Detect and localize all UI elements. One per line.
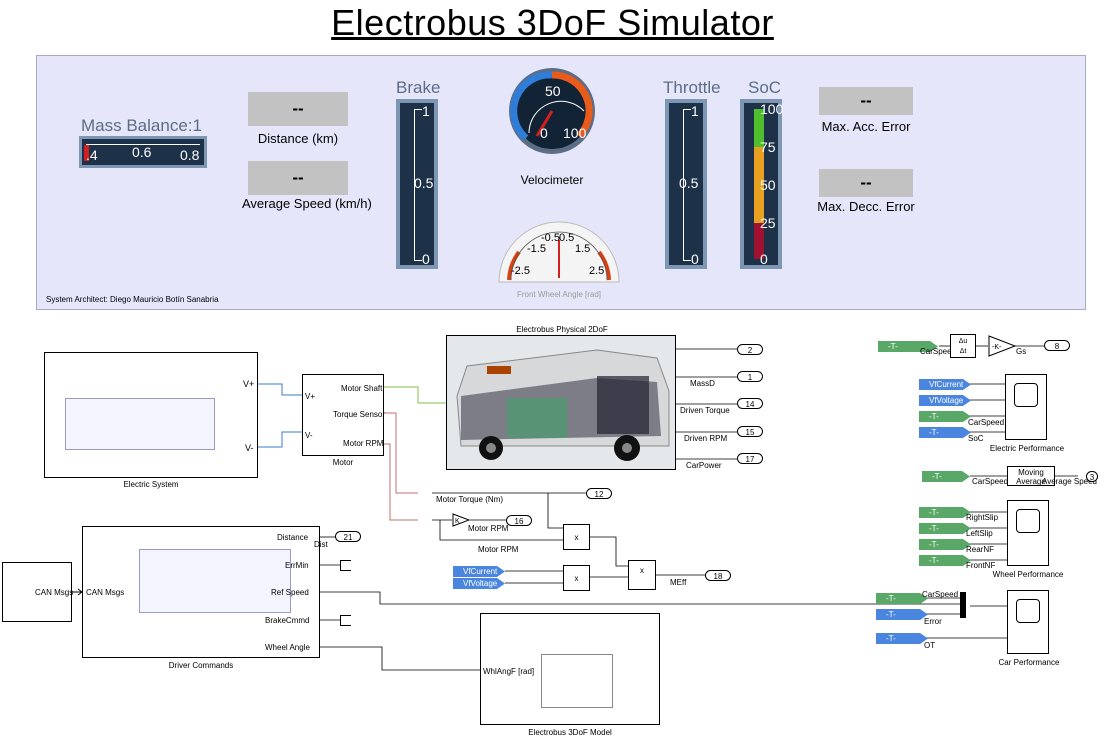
bus-image-block[interactable] <box>446 335 676 470</box>
divide-block[interactable]: x <box>628 560 656 590</box>
wheel-performance-scope[interactable] <box>1007 500 1049 566</box>
signal-label: Gs <box>1016 347 1027 356</box>
signal-label: Motor Torque (Nm) <box>436 495 503 504</box>
signal-label: MassD <box>690 379 715 388</box>
port-label: Wheel Angle <box>265 643 310 652</box>
output-port[interactable]: 3 <box>1086 471 1098 482</box>
output-port[interactable]: 17 <box>737 453 763 464</box>
signal-label: Driven Torque <box>680 406 730 415</box>
port-label: BrakeCmmd <box>265 616 310 625</box>
wheel-performance-label: Wheel Performance <box>992 570 1064 579</box>
from-tag[interactable]: -T- <box>919 411 971 422</box>
signal-label: SoC <box>968 434 984 443</box>
from-tag[interactable]: -T- <box>919 507 971 518</box>
signal-label: RearNF <box>966 545 995 554</box>
derivative-bottom: Δt <box>959 348 967 355</box>
motor-block[interactable]: V+ V- Motor Shaft Torque Sensor Motor RP… <box>302 374 386 456</box>
physical-title: Electrobus Physical 2DoF <box>516 325 608 334</box>
model-thumbnail <box>541 654 613 708</box>
from-tag[interactable]: -T- <box>919 523 971 534</box>
output-port[interactable]: 16 <box>506 515 532 526</box>
port-label: Motor Shaft <box>341 384 383 393</box>
derivative-top: Δu <box>958 338 968 345</box>
port-label: V- <box>245 443 254 453</box>
from-tag[interactable]: -T- <box>922 471 970 482</box>
model-3dof-block[interactable]: WhlAngF [rad] <box>480 613 660 725</box>
mux-block[interactable] <box>960 592 966 618</box>
driver-commands-label: Driver Commands <box>168 661 234 670</box>
output-port[interactable]: 8 <box>1044 340 1070 351</box>
signal-label: Motor RPM <box>478 545 519 554</box>
multiply-block[interactable]: x <box>563 565 590 591</box>
port-label: Ref Speed <box>271 588 309 597</box>
electric-system-block[interactable]: V+ V- <box>44 352 258 478</box>
from-tag[interactable]: VfVoltage <box>453 578 505 589</box>
output-port[interactable]: 14 <box>737 398 763 409</box>
port-label: V+ <box>243 379 255 389</box>
signal-label: Driven RPM <box>684 434 728 443</box>
car-performance-label: Car Performance <box>998 658 1060 667</box>
from-tag[interactable]: VfCurrent <box>919 379 971 390</box>
terminator-block[interactable] <box>340 560 351 571</box>
gs-gain-block[interactable]: -K- <box>988 335 1016 357</box>
signal-label: CarPower <box>686 461 722 470</box>
signal-label: Dist <box>314 540 328 549</box>
output-port[interactable]: 1 <box>737 371 763 382</box>
driver-commands-block[interactable]: CAN Msgs Distance ErrMin Ref Speed Brake… <box>82 526 320 658</box>
output-port[interactable]: 12 <box>586 488 612 499</box>
gs-gain-label: -K- <box>992 344 1002 351</box>
from-tag[interactable]: VfCurrent <box>453 566 505 577</box>
signal-label: LeftSlip <box>966 529 993 538</box>
electric-performance-label: Electric Performance <box>989 444 1065 453</box>
from-tag[interactable]: -T- <box>919 427 971 438</box>
signal-label: RightSlip <box>966 513 999 522</box>
can-arrow-icon <box>72 588 83 596</box>
bus-icon <box>447 336 675 469</box>
can-msgs-block[interactable]: CAN Msgs <box>2 562 74 622</box>
from-tag[interactable]: VfVoltage <box>919 395 971 406</box>
port-label: Motor RPM <box>343 439 384 448</box>
from-tag[interactable]: -T- <box>876 633 928 644</box>
from-tag[interactable]: -T- <box>919 555 971 566</box>
derivative-block[interactable]: Δu Δt <box>950 334 976 358</box>
signal-label: CarSpeed <box>972 477 1009 486</box>
port-label: WhlAngF [rad] <box>483 667 535 676</box>
electric-system-thumbnail <box>65 398 215 450</box>
port-label: CAN Msgs <box>86 588 125 597</box>
signal-label: OT <box>924 641 936 650</box>
signal-label: CarSpeed <box>922 590 959 599</box>
terminator-block[interactable] <box>340 615 351 626</box>
from-tag[interactable]: -T- <box>876 609 928 620</box>
output-port[interactable]: 18 <box>705 570 731 581</box>
electric-performance-scope[interactable] <box>1005 374 1047 440</box>
multiply-block[interactable]: x <box>563 524 590 550</box>
from-tag[interactable]: -T- <box>876 593 928 604</box>
output-port[interactable]: 15 <box>737 426 763 437</box>
signal-label: FrontNF <box>966 561 996 570</box>
car-performance-scope[interactable] <box>1007 590 1049 654</box>
port-label: Distance <box>277 533 309 542</box>
port-label: V+ <box>305 392 316 401</box>
model-3dof-label: Electrobus 3DoF Model <box>528 728 612 737</box>
port-label: V- <box>305 431 313 440</box>
signal-label: CarSpeed <box>968 418 1005 427</box>
from-tag[interactable]: -T- <box>919 539 971 550</box>
port-label: ErrMin <box>285 561 309 570</box>
signal-label: Motor RPM <box>468 524 509 533</box>
gain-label: K <box>455 518 460 525</box>
motor-label: Motor <box>332 458 354 467</box>
output-port[interactable]: 2 <box>737 344 763 355</box>
driver-thumbnail <box>139 549 291 613</box>
signal-label: Error <box>924 617 942 626</box>
port-label: CAN Msgs <box>35 588 74 597</box>
electric-system-label: Electric System <box>123 480 179 489</box>
output-port[interactable]: 21 <box>335 531 361 542</box>
signal-label: MEff <box>670 578 687 587</box>
port-label: Torque Sensor <box>333 410 386 419</box>
